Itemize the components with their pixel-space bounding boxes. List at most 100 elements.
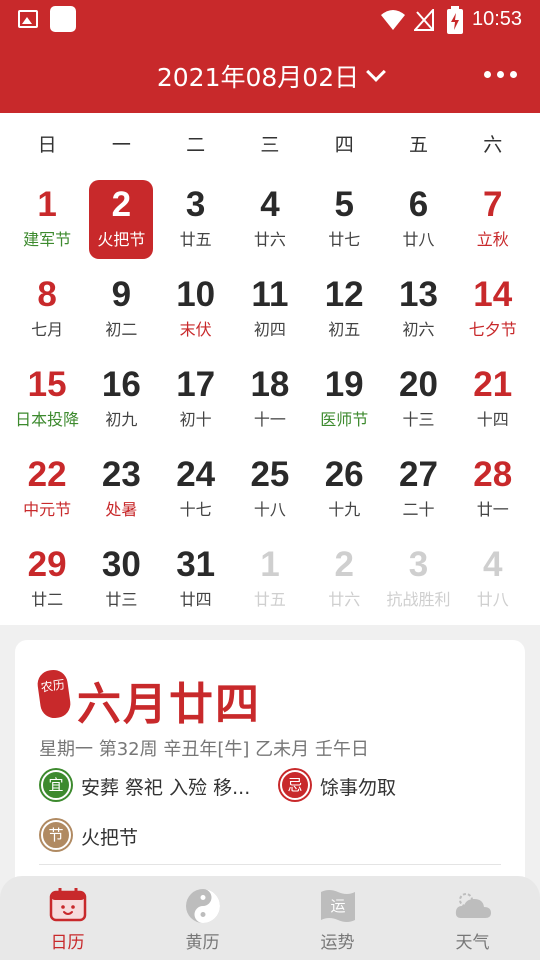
cloud-icon	[455, 893, 491, 918]
tab-fortune[interactable]: 运 运势	[270, 876, 405, 960]
calendar-day[interactable]: 13 初六	[381, 267, 455, 357]
calendar-day[interactable]: 5 廿七	[307, 177, 381, 267]
calendar-day[interactable]: 29 廿二	[10, 537, 84, 627]
dot-icon	[510, 71, 517, 78]
ji-badge-icon: 忌	[280, 770, 310, 800]
calendar-day[interactable]: 17 初十	[159, 357, 233, 447]
calendar-day-next-month[interactable]: 2 廿六	[307, 537, 381, 627]
day-lunar: 廿八	[476, 590, 509, 609]
yi-badge-icon: 宜	[41, 770, 71, 800]
ji-activities: 馀事勿取	[320, 777, 397, 799]
tab-label: 天气	[455, 933, 490, 953]
tab-almanac[interactable]: 黄历	[135, 876, 270, 960]
day-number: 7	[482, 185, 503, 224]
day-number: 11	[251, 275, 289, 314]
day-number: 6	[408, 185, 429, 224]
calendar-icon	[49, 888, 86, 922]
calendar-day[interactable]: 25 十八	[233, 447, 307, 537]
calendar-day-next-month[interactable]: 3 抗战胜利	[381, 537, 455, 627]
lunar-seal-icon: 农历	[35, 668, 73, 720]
calendar-day[interactable]: 16 初九	[84, 357, 158, 447]
tab-calendar[interactable]: 日历	[0, 876, 135, 960]
calendar-week: 22 中元节 23 处暑 24 十七 25 十八 26 十九 27 二十 28 廿一	[10, 447, 530, 537]
calendar-day-selected[interactable]: 2 火把节	[84, 177, 158, 267]
calendar-day[interactable]: 24 十七	[159, 447, 233, 537]
day-lunar: 廿一	[476, 500, 509, 519]
calendar-grid: 1 建军节 2 火把节 3 廿五 4 廿六 5 廿七 6 廿八 7 立秋 8 七月 9 初二 10…	[10, 177, 530, 627]
day-number: 9	[111, 275, 132, 314]
weekday-header: 日 一 二 三 四 五 六	[10, 130, 530, 157]
more-options-button[interactable]	[484, 68, 518, 82]
day-number: 3	[185, 185, 206, 224]
day-number: 15	[27, 365, 67, 404]
app-notification-icon	[50, 6, 76, 32]
day-number: 29	[27, 545, 67, 584]
calendar-day[interactable]: 8 七月	[10, 267, 84, 357]
calendar-day[interactable]: 23 处暑	[84, 447, 158, 537]
calendar-day[interactable]: 9 初二	[84, 267, 158, 357]
festival-badge-icon: 节	[41, 820, 71, 850]
svg-text:运: 运	[330, 897, 345, 915]
date-picker-button[interactable]: 2021年08月02日	[0, 58, 540, 94]
day-number: 25	[250, 455, 290, 494]
day-lunar: 七夕节	[468, 320, 517, 339]
current-date-title: 2021年08月02日	[156, 63, 360, 92]
tab-label: 运势	[320, 933, 355, 953]
wifi-icon	[381, 10, 405, 30]
battery-charging-icon	[447, 6, 463, 34]
calendar-day[interactable]: 6 廿八	[381, 177, 455, 267]
calendar-day[interactable]: 10 末伏	[159, 267, 233, 357]
day-detail-card[interactable]: 农历 六月廿四 星期一 第32周 辛丑年[牛] 乙未月 壬午日 宜 安葬 祭祀 …	[15, 640, 525, 900]
day-lunar: 十四	[476, 410, 509, 429]
calendar-week: 29 廿二 30 廿三 31 廿四 1 廿五 2 廿六 3 抗战胜利 4 廿八	[10, 537, 530, 627]
calendar-day[interactable]: 19 医师节	[307, 357, 381, 447]
calendar-day[interactable]: 7 立秋	[456, 177, 530, 267]
app-header: 10:53 2021年08月02日	[0, 0, 540, 113]
day-number: 12	[324, 275, 364, 314]
calendar-day[interactable]: 14 七夕节	[456, 267, 530, 357]
weekday-label: 二	[186, 134, 206, 156]
festival-name: 火把节	[81, 827, 139, 849]
tab-label: 黄历	[185, 933, 220, 953]
calendar-day[interactable]: 4 廿六	[233, 177, 307, 267]
calendar-day[interactable]: 31 廿四	[159, 537, 233, 627]
calendar-day[interactable]: 1 建军节	[10, 177, 84, 267]
calendar-day[interactable]: 28 廿一	[456, 447, 530, 537]
status-time: 10:53	[472, 8, 523, 30]
calendar-day[interactable]: 12 初五	[307, 267, 381, 357]
calendar-day[interactable]: 18 十一	[233, 357, 307, 447]
calendar-day[interactable]: 26 十九	[307, 447, 381, 537]
day-number: 1	[37, 185, 57, 224]
day-number: 17	[176, 365, 216, 404]
calendar-day[interactable]: 3 廿五	[159, 177, 233, 267]
day-number: 13	[398, 275, 438, 314]
calendar-week: 8 七月 9 初二 10 末伏 11 初四 12 初五 13 初六 14 七夕节	[10, 267, 530, 357]
month-calendar: 日 一 二 三 四 五 六 1 建军节 2 火把节 3 廿五 4 廿六 5 廿七 6 廿八 …	[0, 113, 540, 625]
day-number: 4	[482, 545, 503, 584]
chevron-down-icon	[366, 62, 387, 82]
day-number: 10	[176, 275, 216, 314]
divider	[39, 864, 501, 865]
bottom-navigation: 日历 黄历 运 运势 天气	[0, 876, 540, 960]
weekday-label: 一	[111, 134, 131, 156]
calendar-day-next-month[interactable]: 1 廿五	[233, 537, 307, 627]
calendar-day[interactable]: 15 日本投降	[10, 357, 84, 447]
status-bar: 10:53	[0, 0, 540, 40]
weekday-label: 日	[37, 134, 57, 156]
weekday-label: 四	[334, 134, 354, 156]
calendar-day[interactable]: 30 廿三	[84, 537, 158, 627]
fortune-flag-icon: 运	[320, 890, 355, 922]
yi-activities: 安葬 祭祀 入殓 移...	[81, 777, 251, 799]
calendar-day[interactable]: 20 十三	[381, 357, 455, 447]
calendar-day[interactable]: 27 二十	[381, 447, 455, 537]
weekday-label: 三	[260, 134, 280, 156]
day-lunar: 立秋	[476, 230, 509, 249]
calendar-day[interactable]: 22 中元节	[10, 447, 84, 537]
calendar-day-next-month[interactable]: 4 廿八	[456, 537, 530, 627]
day-number: 31	[176, 545, 216, 584]
tab-weather[interactable]: 天气	[405, 876, 540, 960]
day-number: 4	[260, 185, 280, 224]
calendar-day[interactable]: 21 十四	[456, 357, 530, 447]
calendar-day[interactable]: 11 初四	[233, 267, 307, 357]
day-number: 27	[398, 455, 438, 494]
